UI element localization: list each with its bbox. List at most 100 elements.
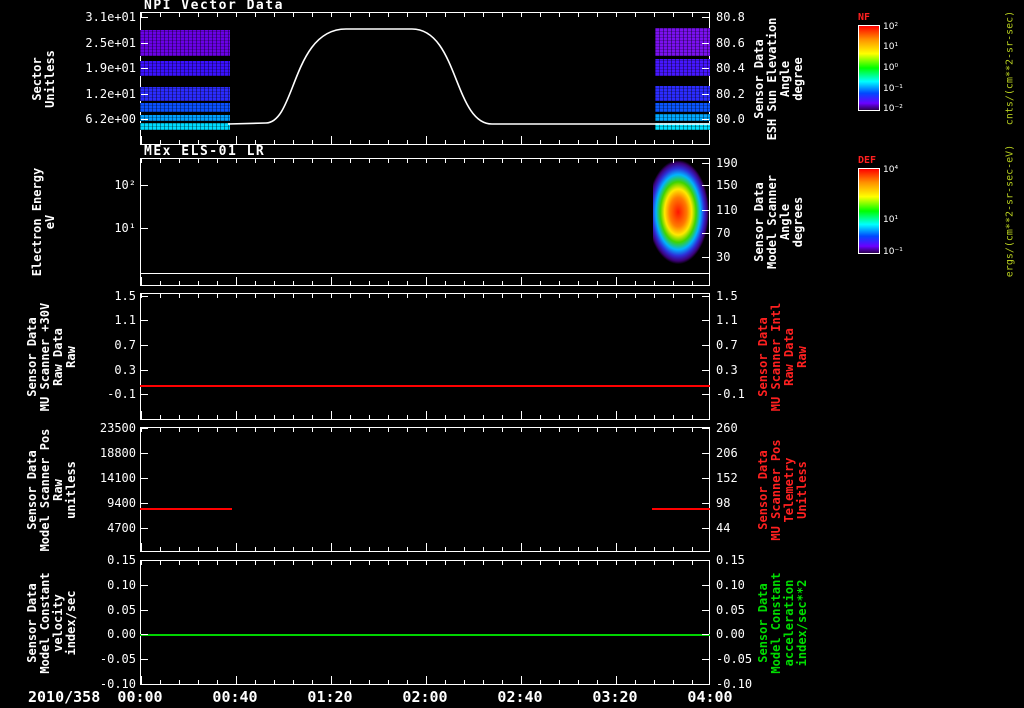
nf-colorbar-tick-label: 10⁰ (883, 63, 899, 73)
panel4-left-axis-label: Sensor Data Model Scanner Pos Raw unitle… (25, 428, 78, 551)
panel1-x-minor-ticks-top (141, 13, 709, 17)
panel4-left-tick-mark (141, 528, 148, 529)
panel1-left-axis-label: Sector Unitless (30, 49, 57, 108)
panel1-left-tick-mark (141, 68, 148, 69)
panel4-right-tick-label: 260 (716, 421, 738, 435)
panel4-right-tick-mark (702, 503, 709, 504)
panel2-right-tick-mark (702, 163, 709, 164)
nf-colorbar-tick-label: 10⁻² (883, 104, 903, 115)
panel1-right-axis-label: Sensor Data ESH Sun Elevation Angle degr… (752, 17, 805, 140)
nf-colorbar-gradient (859, 26, 879, 110)
nf-colorbar-units-label: cnts/(cm**2-sr-sec) (1004, 10, 1016, 126)
nf-colorbar (858, 25, 880, 111)
panel4-right-axis-label: Sensor Data MU Scanner Pos Telemetry Uni… (756, 438, 809, 541)
panel3-left-tick-mark (141, 370, 148, 371)
panel5-left-tick-mark (141, 560, 148, 561)
panel3-x-major-ticks (141, 411, 709, 419)
panel4-left-tick-mark (141, 428, 148, 429)
panel3-right-axis-label: Sensor Data MU Scanner Intl Raw Data Raw (756, 302, 809, 411)
panel1-x-major-ticks (141, 136, 709, 144)
panel5-left-axis-label: Sensor Data Model Constant velocity inde… (25, 571, 78, 674)
panel3-right-tick-mark (702, 345, 709, 346)
time-tick-label: 02:40 (497, 688, 543, 706)
panel5-plot-frame (140, 560, 710, 685)
panel2-left-tick-mark (141, 228, 148, 229)
panel1-left-tick-mark (141, 17, 148, 18)
panel2-spectrogram-blob (653, 160, 709, 284)
panel3-left-tick-mark (141, 345, 148, 346)
panel5-right-tick-mark (702, 684, 709, 685)
panel3-right-tick-mark (702, 394, 709, 395)
science-plot-screen: 2010/358 3.1e+01 2.5e+01 1.9e+01 1.2e+01 6.2… (0, 0, 1024, 708)
panel1-right-tick-mark (702, 68, 709, 69)
time-tick-label: 01:20 (307, 688, 353, 706)
panel5-right-tick-mark (702, 659, 709, 660)
panel3-left-tick-mark (141, 296, 148, 297)
panel3-right-tick-mark (702, 370, 709, 371)
panel1-left-tick-mark (141, 43, 148, 44)
panel5-x-major-ticks (141, 676, 709, 684)
panel3-left-tick-mark (141, 320, 148, 321)
panel3-x-minor-ticks-top (141, 294, 709, 298)
panel4-plot-frame (140, 427, 710, 552)
panel2-plot-frame (140, 158, 710, 286)
panel2-x-minor-ticks-top (141, 159, 709, 163)
panel3-right-tick-mark (702, 296, 709, 297)
def-colorbar-tick-label: 10¹ (883, 214, 899, 225)
panel1-right-tick-mark (702, 43, 709, 44)
def-colorbar-units-label: ergs/(cm**2-sr-sec-eV) (1004, 144, 1016, 278)
def-colorbar-tick-label: 10⁻¹ (883, 247, 903, 258)
time-tick-label: 02:00 (402, 688, 448, 706)
panel5-right-tick-mark (702, 560, 709, 561)
panel1-right-tick-mark (702, 94, 709, 95)
def-colorbar-title: DEF (858, 155, 877, 166)
panel4-right-tick-mark (702, 428, 709, 429)
nf-colorbar-tick-label: 10² (883, 21, 899, 32)
panel4-left-tick-mark (141, 478, 148, 479)
panel5-right-tick-label: 0.15 (716, 553, 745, 567)
panel4-x-minor-ticks-top (141, 428, 709, 432)
panel2-right-tick-mark (702, 257, 709, 258)
panel2-left-tick-mark (141, 185, 148, 186)
time-tick-label: 03:20 (592, 688, 638, 706)
panel4-data-line (652, 508, 710, 510)
panel3-data-line (140, 385, 710, 387)
panel2-right-axis-label: Sensor Data Model Scanner Angle degrees (752, 175, 805, 269)
panel5-data-line (140, 634, 710, 636)
panel1-left-tick-label: 6.2e+00 (85, 112, 136, 126)
panel5-right-axis-label: Sensor Data Model Constant acceleration … (756, 571, 809, 674)
def-colorbar (858, 168, 880, 254)
panel1-left-tick-mark (141, 119, 148, 120)
panel5-left-tick-mark (141, 659, 148, 660)
time-tick-label: 00:40 (212, 688, 258, 706)
panel4-right-tick-mark (702, 528, 709, 529)
panel4-data-line (140, 508, 232, 510)
panel5-left-tick-label: 0.15 (107, 553, 136, 567)
panel3-left-tick-label: 1.5 (114, 289, 136, 303)
panel2-right-tick-mark (702, 233, 709, 234)
panel3-left-axis-label: Sensor Data MU Scanner +30V Raw Data Raw (25, 302, 78, 411)
panel5-left-tick-mark (141, 634, 148, 635)
panel1-left-tick-label: 3.1e+01 (85, 10, 136, 24)
panel5-right-tick-mark (702, 610, 709, 611)
panel2-left-axis-label: Electron Energy eV (30, 167, 57, 277)
panel3-plot-frame (140, 293, 710, 420)
panel2-data-line (140, 273, 710, 274)
panel4-x-major-ticks (141, 543, 709, 551)
panel4-left-tick-mark (141, 453, 148, 454)
def-colorbar-gradient (859, 169, 879, 253)
panel3-right-tick-mark (702, 320, 709, 321)
panel1-right-tick-mark (702, 17, 709, 18)
panel1-left-tick-mark (141, 94, 148, 95)
panel4-right-tick-mark (702, 453, 709, 454)
date-label: 2010/358 (28, 688, 101, 706)
def-colorbar-tick-label: 10⁴ (883, 164, 899, 175)
time-tick-label: 04:00 (687, 688, 733, 706)
panel3-left-tick-mark (141, 394, 148, 395)
panel5-right-tick-mark (702, 585, 709, 586)
panel3-right-tick-label: 1.5 (716, 289, 738, 303)
panel4-left-tick-mark (141, 503, 148, 504)
panel5-right-tick-mark (702, 634, 709, 635)
nf-colorbar-tick-label: 10¹ (883, 42, 899, 53)
panel1-curve-svg (227, 28, 710, 125)
